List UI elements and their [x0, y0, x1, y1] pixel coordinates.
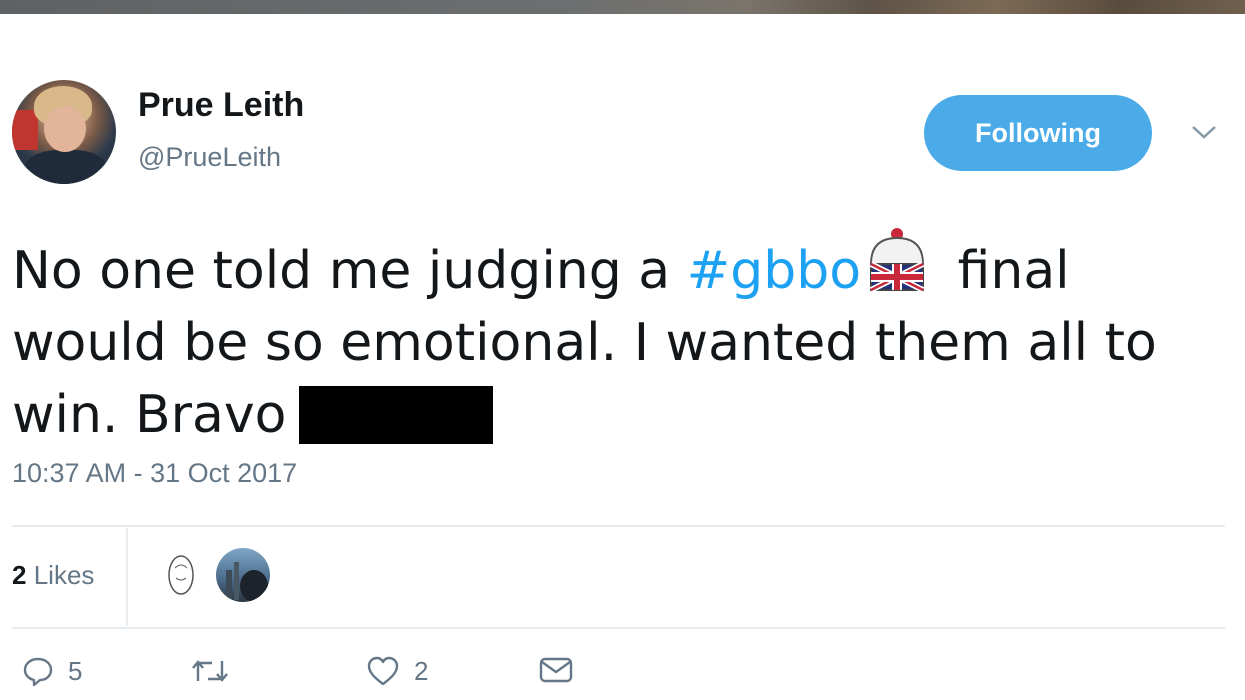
reply-count: 5 — [68, 655, 83, 686]
avatar[interactable] — [12, 80, 116, 184]
stats-separator — [126, 528, 128, 626]
author-handle[interactable]: @PrueLeith — [138, 142, 281, 173]
divider — [12, 627, 1225, 629]
author-name[interactable]: Prue Leith — [138, 86, 304, 125]
retweet-icon — [192, 660, 228, 682]
hashtag-link[interactable]: #gbbo — [687, 241, 861, 301]
chevron-down-icon[interactable] — [1190, 122, 1218, 142]
reply-icon — [23, 657, 53, 687]
likes-number: 2 — [12, 560, 27, 590]
liker-avatar[interactable] — [216, 548, 270, 602]
liker-avatar[interactable] — [155, 548, 209, 602]
redaction-box — [298, 386, 493, 444]
divider — [12, 525, 1225, 527]
like-count: 2 — [414, 655, 429, 686]
direct-message-button[interactable] — [538, 655, 574, 685]
like-button[interactable]: 2 — [366, 655, 428, 687]
tweet-text: No one told me judging a #gbbo final wou… — [12, 224, 1232, 451]
envelope-icon — [539, 657, 573, 683]
tweet-timestamp[interactable]: 10:37 AM - 31 Oct 2017 — [12, 458, 297, 489]
likes-count[interactable]: 2 Likes — [12, 560, 94, 591]
cake-union-jack-emoji-icon — [869, 228, 925, 293]
heart-icon — [367, 656, 399, 686]
tweet-actions: 5 2 — [0, 655, 700, 700]
likes-label: Likes — [33, 560, 95, 590]
header-image-strip — [0, 0, 1245, 14]
following-button[interactable]: Following — [924, 95, 1152, 171]
tweet-text-start: No one told me judging a — [12, 241, 687, 301]
reply-button[interactable]: 5 — [22, 655, 82, 687]
retweet-button[interactable] — [190, 655, 244, 687]
